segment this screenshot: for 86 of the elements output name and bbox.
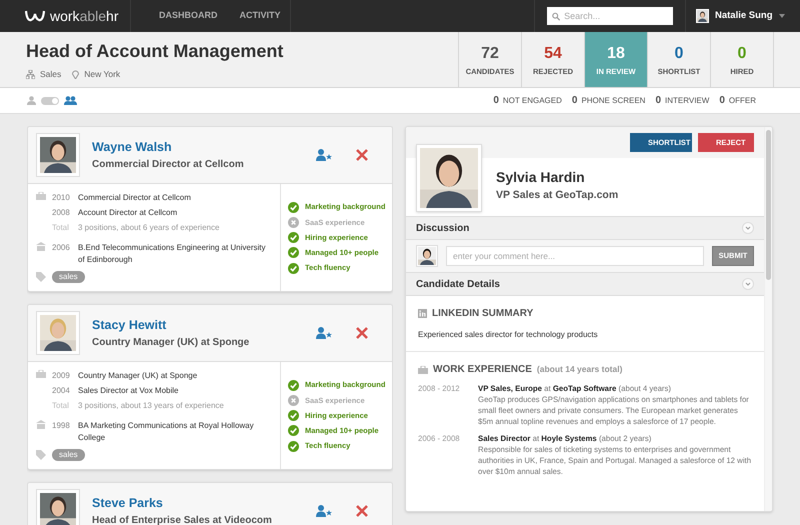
section-note: (about 14 years total) bbox=[536, 363, 622, 376]
tag-icon bbox=[36, 272, 46, 282]
person-icon[interactable] bbox=[27, 96, 36, 105]
briefcase-icon bbox=[36, 370, 46, 378]
candidate-headline: Head of Enterprise Sales at Videocom bbox=[92, 514, 273, 525]
position-year: 2010 bbox=[52, 192, 71, 204]
chevron-down-icon[interactable] bbox=[742, 222, 754, 234]
reject-x-icon[interactable] bbox=[356, 505, 368, 517]
stat-count: 54 bbox=[544, 44, 562, 64]
stage-count: 0 bbox=[719, 94, 725, 108]
comment-field[interactable]: enter your comment here... bbox=[446, 246, 704, 266]
location: New York bbox=[84, 68, 120, 81]
check-icon bbox=[288, 247, 299, 258]
briefcase-icon bbox=[418, 366, 428, 374]
check-icon bbox=[288, 380, 299, 390]
chevron-down-icon[interactable] bbox=[742, 278, 754, 290]
stage-count: 0 bbox=[493, 94, 499, 108]
building-icon bbox=[36, 420, 46, 430]
check-icon bbox=[288, 440, 299, 452]
section-header[interactable]: Discussion bbox=[406, 216, 764, 240]
logo-text[interactable]: workablehr bbox=[50, 6, 118, 26]
section-header[interactable]: Candidate Details bbox=[406, 272, 764, 296]
org-chart-icon bbox=[26, 70, 35, 79]
education-text: BA Marketing Communications at Royal Holloway College bbox=[78, 420, 255, 444]
education-year: 2006 bbox=[52, 242, 71, 254]
stat-count: 72 bbox=[481, 44, 499, 64]
section-title: WORK EXPERIENCE bbox=[433, 363, 532, 377]
candidate-name[interactable]: Steve Parks bbox=[92, 494, 304, 513]
section-title: LINKEDIN SUMMARY bbox=[432, 307, 534, 321]
check-icon bbox=[288, 410, 299, 421]
position-text: Commercial Director at Cellcom bbox=[78, 192, 191, 204]
view-toggle[interactable] bbox=[41, 96, 59, 104]
check-icon bbox=[288, 202, 299, 212]
candidate-name[interactable]: Wayne Walsh bbox=[92, 138, 304, 157]
position-text: Sales Director at Vox Mobile bbox=[78, 385, 178, 397]
check-icon bbox=[288, 232, 299, 243]
nav-link[interactable]: ACTIVITY bbox=[240, 9, 281, 23]
check-icon bbox=[288, 262, 299, 274]
user-name[interactable]: Natalie Sung bbox=[715, 8, 773, 24]
detail-name: Sylvia Hardin bbox=[496, 168, 586, 187]
building-icon bbox=[36, 242, 46, 252]
education-text: B.End Telecommunications Engineering at University of Edinborough bbox=[78, 242, 267, 266]
position-text: Account Director at Cellcom bbox=[78, 207, 178, 219]
group-icon[interactable] bbox=[64, 96, 77, 105]
total-label: Total bbox=[52, 400, 70, 412]
stage-count: 0 bbox=[572, 94, 578, 108]
department: Sales bbox=[40, 68, 62, 81]
total-label: Total bbox=[52, 222, 70, 234]
position-year: 2008 bbox=[52, 207, 71, 219]
summary-text: Experienced sales director for technology products bbox=[418, 329, 599, 341]
shortlist-user-icon[interactable] bbox=[316, 327, 332, 339]
stage-label: INTERVIEW bbox=[665, 94, 710, 106]
shortlist-user-icon[interactable] bbox=[316, 505, 332, 517]
reject-x-icon[interactable] bbox=[356, 149, 368, 161]
cross-circle-icon bbox=[288, 394, 299, 406]
candidate-headline: Country Manager (UK) at Sponge bbox=[92, 336, 250, 350]
logo-icon bbox=[25, 10, 45, 22]
candidate-name[interactable]: Stacy Hewitt bbox=[92, 316, 304, 335]
stat-count: 18 bbox=[607, 44, 625, 64]
position-year: 2009 bbox=[52, 370, 71, 382]
briefcase-icon bbox=[36, 192, 46, 200]
nav-link[interactable]: DASHBOARD bbox=[159, 9, 218, 23]
stage-label: NOT ENGAGED bbox=[502, 94, 562, 106]
stage-count: 0 bbox=[655, 94, 662, 108]
education-year: 1998 bbox=[52, 420, 71, 432]
total-text: 3 positions, about 13 years of experience bbox=[78, 400, 224, 412]
linkedin-icon bbox=[418, 309, 427, 318]
location-pin-icon bbox=[72, 70, 80, 79]
candidate-headline: Commercial Director at Cellcom bbox=[92, 158, 245, 172]
check-icon bbox=[288, 425, 299, 436]
total-text: 3 positions, about 6 years of experience bbox=[78, 222, 220, 234]
stage-label: PHONE SCREEN bbox=[581, 94, 646, 106]
stat-count: 0 bbox=[738, 44, 746, 64]
caret-icon[interactable] bbox=[778, 14, 785, 18]
cross-circle-icon bbox=[288, 216, 299, 228]
scrollbar[interactable] bbox=[764, 127, 772, 511]
reject-x-icon[interactable] bbox=[356, 327, 368, 339]
tag-icon bbox=[36, 450, 46, 460]
detail-headline: VP Sales at GeoTap.com bbox=[496, 188, 618, 203]
search-icon bbox=[552, 12, 560, 20]
job-title: Head of Account Management bbox=[26, 40, 284, 64]
position-text: Country Manager (UK) at Sponge bbox=[78, 370, 198, 382]
stat-count: 0 bbox=[674, 44, 684, 64]
shortlist-user-icon[interactable] bbox=[316, 149, 332, 161]
position-year: 2004 bbox=[52, 385, 71, 397]
stage-label: OFFER bbox=[728, 94, 756, 106]
